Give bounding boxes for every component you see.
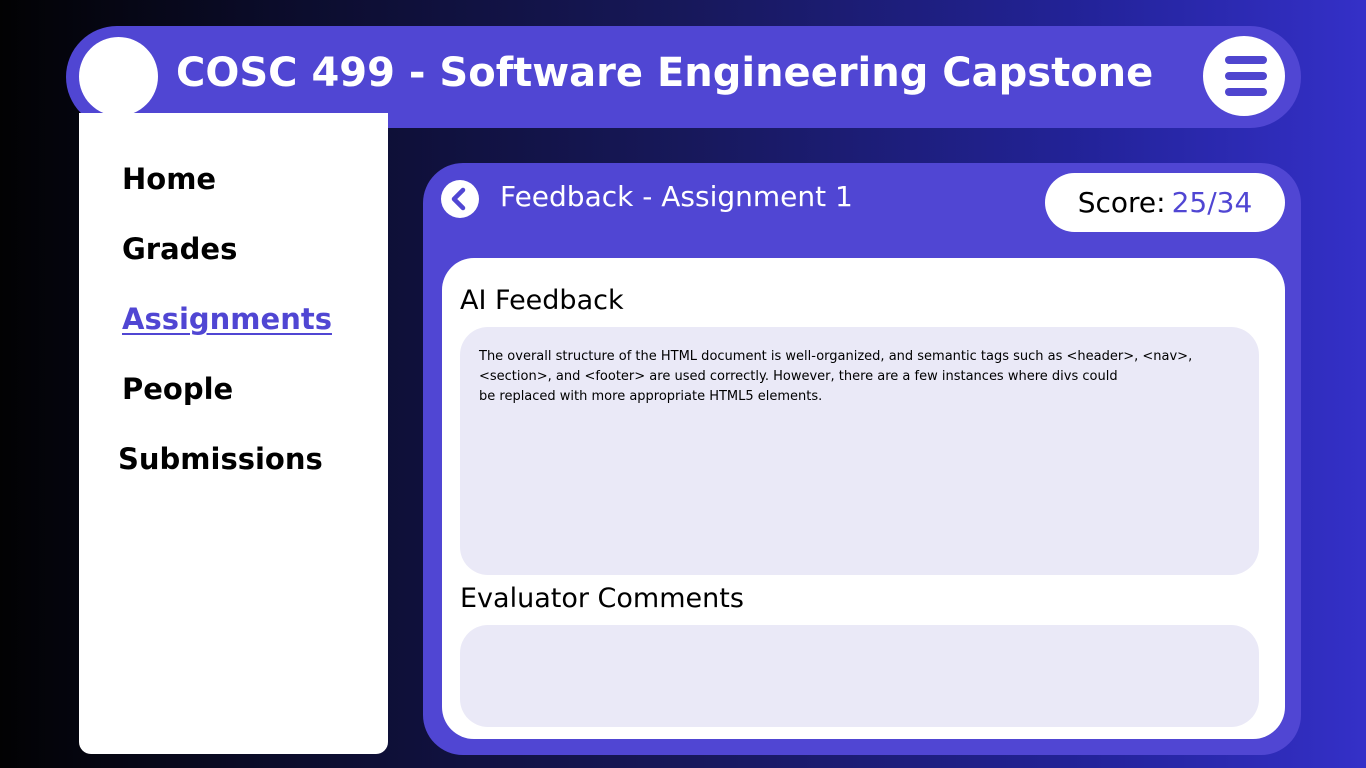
ai-feedback-box: The overall structure of the HTML docume…	[460, 327, 1259, 575]
score-badge: Score: 25/34	[1045, 173, 1285, 232]
evaluator-comments-box	[460, 625, 1259, 727]
evaluator-comments-heading: Evaluator Comments	[460, 583, 744, 614]
sidebar-item-people[interactable]: People	[122, 372, 233, 406]
avatar-icon[interactable]	[79, 37, 158, 116]
course-title: COSC 499 - Software Engineering Capstone	[176, 50, 1154, 96]
menu-bar-bottom	[1225, 88, 1267, 96]
sidebar	[79, 113, 388, 754]
page-title: Feedback - Assignment 1	[500, 180, 853, 213]
hamburger-menu-icon[interactable]	[1203, 36, 1285, 116]
sidebar-item-submissions[interactable]: Submissions	[118, 442, 323, 476]
back-button[interactable]	[441, 180, 479, 218]
chevron-left-icon	[451, 187, 466, 211]
sidebar-item-assignments[interactable]: Assignments	[122, 302, 332, 336]
menu-bar-middle	[1225, 72, 1267, 80]
ai-feedback-text: The overall structure of the HTML docume…	[479, 349, 1193, 404]
menu-bar-top	[1225, 56, 1267, 64]
sidebar-item-grades[interactable]: Grades	[122, 232, 237, 266]
score-label: Score:	[1077, 186, 1166, 219]
sidebar-item-home[interactable]: Home	[122, 162, 216, 196]
score-value: 25/34	[1171, 186, 1253, 219]
ai-feedback-heading: AI Feedback	[460, 285, 624, 316]
